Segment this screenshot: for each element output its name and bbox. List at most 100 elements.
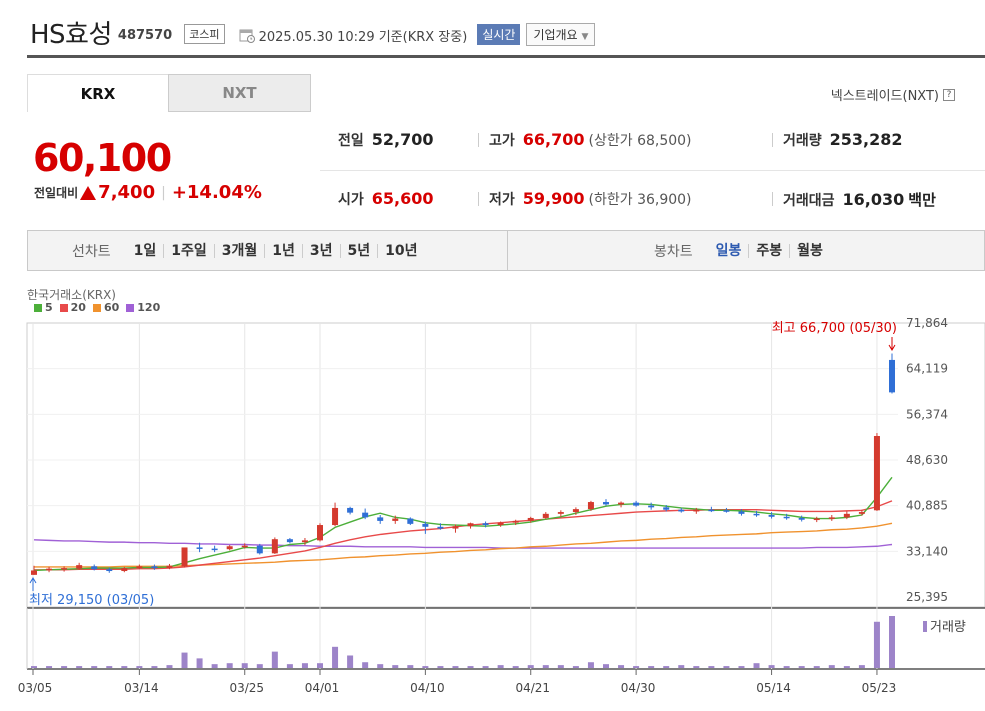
candle <box>46 566 53 573</box>
candle-body <box>166 565 173 569</box>
x-tick-label: 03/05 <box>18 681 53 695</box>
volume-bar <box>422 666 429 668</box>
candle-body <box>76 565 83 569</box>
candle-body <box>618 502 625 505</box>
candle-body <box>843 513 850 518</box>
volume-bar <box>452 666 459 668</box>
volume-bar <box>271 651 278 668</box>
ma120-line <box>33 539 893 549</box>
volume-bar <box>633 666 640 668</box>
candle-body <box>798 517 805 520</box>
candle <box>286 538 293 544</box>
volume-bar <box>241 663 248 668</box>
volume-bar <box>648 666 655 668</box>
volume-bar <box>61 666 68 668</box>
candle-body <box>317 525 323 541</box>
x-tick-label: 05/14 <box>756 681 791 695</box>
x-tick-label: 04/30 <box>621 681 656 695</box>
volume-bar <box>798 666 805 668</box>
volume-bar <box>843 666 850 668</box>
candle-body <box>633 502 640 506</box>
candle-body <box>121 568 128 572</box>
candle-body <box>347 507 354 513</box>
candle-body <box>452 526 459 529</box>
price-plot-frame <box>26 322 985 608</box>
candle <box>618 501 625 508</box>
candle-body <box>256 545 263 554</box>
candle-body <box>196 547 203 549</box>
volume-bar <box>226 663 233 668</box>
candle <box>317 523 323 542</box>
candlestick-chart[interactable]: 03/05 03/14 03/25 04/01 04/10 04/21 04/30 05/14… <box>0 0 985 711</box>
ma20-line <box>34 500 893 571</box>
x-tick-label: 04/10 <box>410 681 445 695</box>
volume-bar <box>587 662 594 668</box>
candle <box>813 516 820 523</box>
candle-body <box>738 511 745 514</box>
volume-bar <box>392 665 399 668</box>
x-tick-label: 03/14 <box>124 681 159 695</box>
volume-bar <box>121 666 128 668</box>
candle-body <box>663 507 670 510</box>
volume-legend-swatch <box>923 621 927 632</box>
candle-body <box>46 568 53 571</box>
candle <box>603 499 609 506</box>
ma5-line <box>33 476 893 572</box>
candle-body <box>497 522 504 526</box>
volume-bar <box>407 665 414 668</box>
candle-body <box>527 517 534 521</box>
volume-bar <box>377 664 384 668</box>
candle-body <box>889 359 895 393</box>
candle-body <box>587 502 594 510</box>
volume-bar <box>256 664 263 668</box>
candle-body <box>151 566 158 569</box>
candle-body <box>678 509 685 512</box>
candle-body <box>572 509 579 513</box>
candle-body <box>392 518 399 521</box>
candle-body <box>106 569 113 572</box>
y-tick-label: 48,630 <box>906 453 948 467</box>
volume-bar <box>738 666 745 668</box>
volume-bar <box>603 664 609 668</box>
candle-body <box>286 539 293 543</box>
volume-bar <box>166 665 173 668</box>
volume-bar <box>678 665 685 668</box>
volume-bar <box>181 652 188 668</box>
candle <box>271 537 278 554</box>
volume-bar <box>527 665 534 668</box>
candle-body <box>271 539 278 554</box>
x-tick-label: 03/25 <box>229 681 264 695</box>
candle-body <box>512 520 519 523</box>
volume-bar <box>663 666 670 668</box>
y-tick-label: 40,885 <box>906 499 948 513</box>
y-tick-label: 71,864 <box>906 316 948 330</box>
candle <box>889 353 895 394</box>
candle-body <box>828 517 835 519</box>
volume-bar <box>708 666 715 668</box>
y-tick-label: 25,395 <box>906 590 948 604</box>
volume-bar <box>512 666 519 668</box>
volume-bar <box>301 663 308 668</box>
volume-bar <box>106 666 113 668</box>
candle-body <box>768 515 775 517</box>
volume-bar <box>497 665 504 668</box>
candle-body <box>241 545 248 548</box>
candle-body <box>708 509 715 512</box>
candle-body <box>753 513 760 516</box>
volume-bar <box>828 665 835 668</box>
candle-body <box>467 523 474 527</box>
volume-bar <box>31 666 37 668</box>
candle-body <box>873 435 880 511</box>
candle-body <box>61 568 68 570</box>
candle-body <box>91 566 98 570</box>
volume-bar <box>557 665 564 668</box>
candle <box>377 515 384 524</box>
volume-bar <box>211 664 218 668</box>
candle <box>181 547 188 568</box>
candle <box>467 522 474 529</box>
volume-bar <box>136 666 143 668</box>
volume-bar <box>768 665 775 668</box>
candle-body <box>783 516 790 519</box>
candle-body <box>211 548 218 551</box>
candle-body <box>693 509 700 512</box>
